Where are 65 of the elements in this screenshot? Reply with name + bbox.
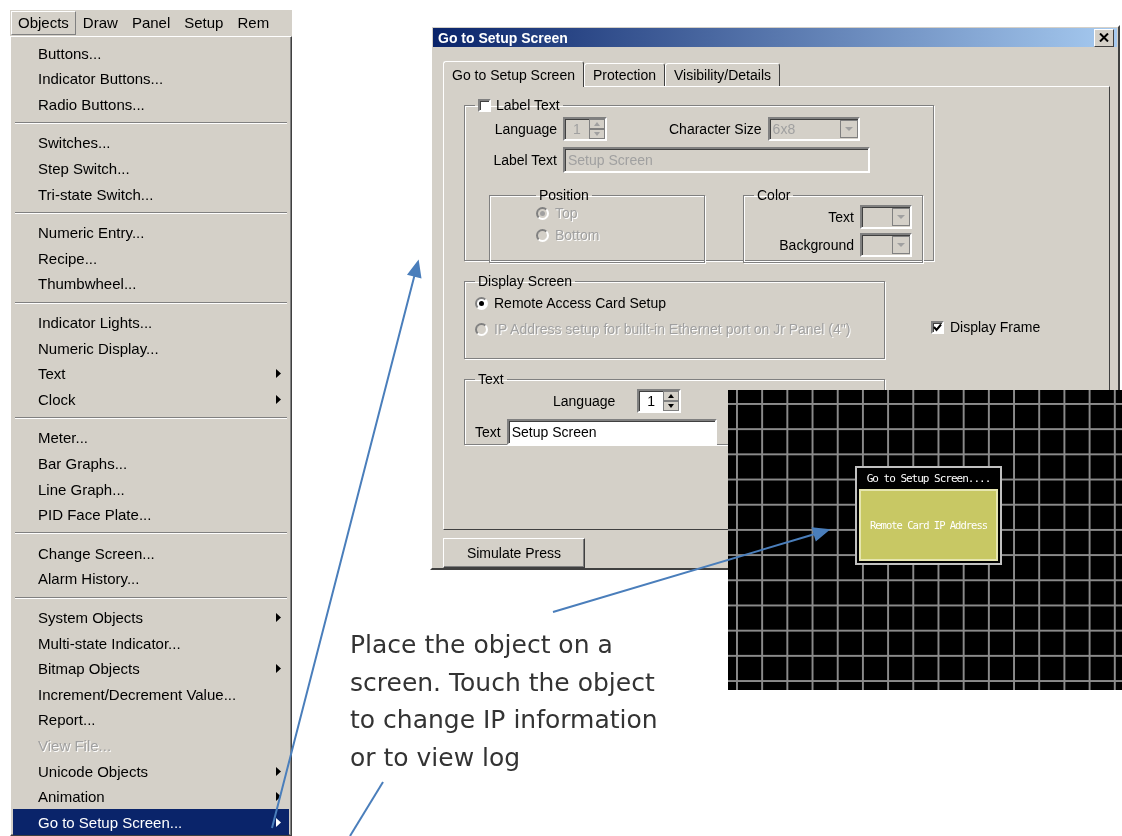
- group-title: Display Screen: [478, 273, 573, 289]
- color-dropdown[interactable]: [860, 205, 912, 229]
- menu-item[interactable]: Animation: [13, 783, 289, 810]
- menu-item[interactable]: Meter...: [13, 425, 289, 451]
- menu-item[interactable]: Multi-state Indicator...: [13, 630, 289, 656]
- menu-item[interactable]: Report...: [13, 707, 289, 733]
- group-title: Color: [757, 187, 791, 203]
- menu-item[interactable]: Indicator Lights...: [13, 309, 289, 336]
- close-button[interactable]: [1094, 28, 1114, 47]
- menu-item[interactable]: Bar Graphs...: [13, 450, 289, 477]
- menu-item[interactable]: Alarm History...: [13, 566, 289, 592]
- callout-text: Place the object on a screen. Touch the object to change IP information or to view log: [350, 629, 659, 775]
- simulate-press-button[interactable]: Simulate Press: [443, 538, 585, 568]
- radio-button[interactable]: [536, 228, 549, 242]
- menu-item[interactable]: Bitmap Objects: [13, 655, 289, 682]
- menu-item[interactable]: Go to Setup Screen...: [13, 809, 289, 835]
- menu-bar-item[interactable]: Setup: [177, 11, 231, 36]
- color-dropdown[interactable]: [860, 233, 912, 257]
- field-label: Language: [553, 393, 616, 409]
- menu-item[interactable]: Text: [13, 360, 289, 387]
- menu-item[interactable]: Thumbwheel...: [13, 271, 289, 297]
- menu-item[interactable]: PID Face Plate...: [13, 501, 289, 528]
- radio-label: Remote Access Card Setup: [494, 295, 666, 311]
- menu-bar-item[interactable]: Panel: [124, 11, 178, 36]
- field-label: Language: [493, 121, 557, 137]
- window-title: Go to Setup Screen: [438, 29, 568, 46]
- close-icon: [1099, 33, 1109, 42]
- language-spinner[interactable]: 1: [637, 389, 682, 413]
- menu-item[interactable]: Recipe...: [13, 245, 289, 272]
- menu-item[interactable]: Increment/Decrement Value...: [13, 681, 289, 708]
- field-label: Character Size: [669, 121, 762, 137]
- menu-item[interactable]: Change Screen...: [13, 540, 289, 567]
- menu-item[interactable]: Unicode Objects: [13, 758, 289, 784]
- object-title: Go to Setup Screen....: [865, 471, 992, 487]
- group-title: Text: [478, 371, 504, 387]
- menu-item[interactable]: Buttons...: [13, 40, 289, 66]
- leader-line: [349, 781, 384, 836]
- menu-item[interactable]: Clock: [13, 386, 289, 413]
- checkbox-label: Display Frame: [950, 319, 1041, 335]
- checkbox-label: Label Text: [496, 97, 560, 113]
- menu-item[interactable]: Switches...: [13, 130, 289, 156]
- checkbox[interactable]: [931, 320, 944, 334]
- checkbox[interactable]: [478, 98, 491, 112]
- menu-item[interactable]: System Objects: [13, 604, 289, 631]
- menu-bar-item[interactable]: Rem: [230, 11, 277, 36]
- menu-bar-item[interactable]: Objects: [11, 11, 76, 36]
- field-label: Text: [828, 209, 854, 225]
- field-label: Background: [779, 237, 854, 253]
- group-title: Position: [539, 187, 589, 203]
- field-label: Text: [475, 424, 501, 440]
- radio-button[interactable]: [475, 296, 488, 310]
- tab[interactable]: Visibility/Details: [665, 63, 780, 86]
- menu-item[interactable]: Indicator Buttons...: [13, 65, 289, 92]
- menu-bar-item[interactable]: Draw: [75, 11, 125, 36]
- tab[interactable]: Protection: [583, 63, 665, 86]
- menu-item[interactable]: Line Graph...: [13, 476, 289, 502]
- menu-item[interactable]: Radio Buttons...: [13, 91, 289, 118]
- text-field[interactable]: Setup Screen: [506, 419, 717, 445]
- menu-item[interactable]: Numeric Display...: [13, 335, 289, 361]
- menu-item[interactable]: Tri-state Switch...: [13, 181, 289, 207]
- menu-item[interactable]: Numeric Entry...: [13, 219, 289, 246]
- menu-item[interactable]: Step Switch...: [13, 155, 289, 182]
- tab[interactable]: Go to Setup Screen: [443, 61, 584, 87]
- radio-button[interactable]: [536, 206, 549, 220]
- field-label: Label Text: [492, 152, 557, 168]
